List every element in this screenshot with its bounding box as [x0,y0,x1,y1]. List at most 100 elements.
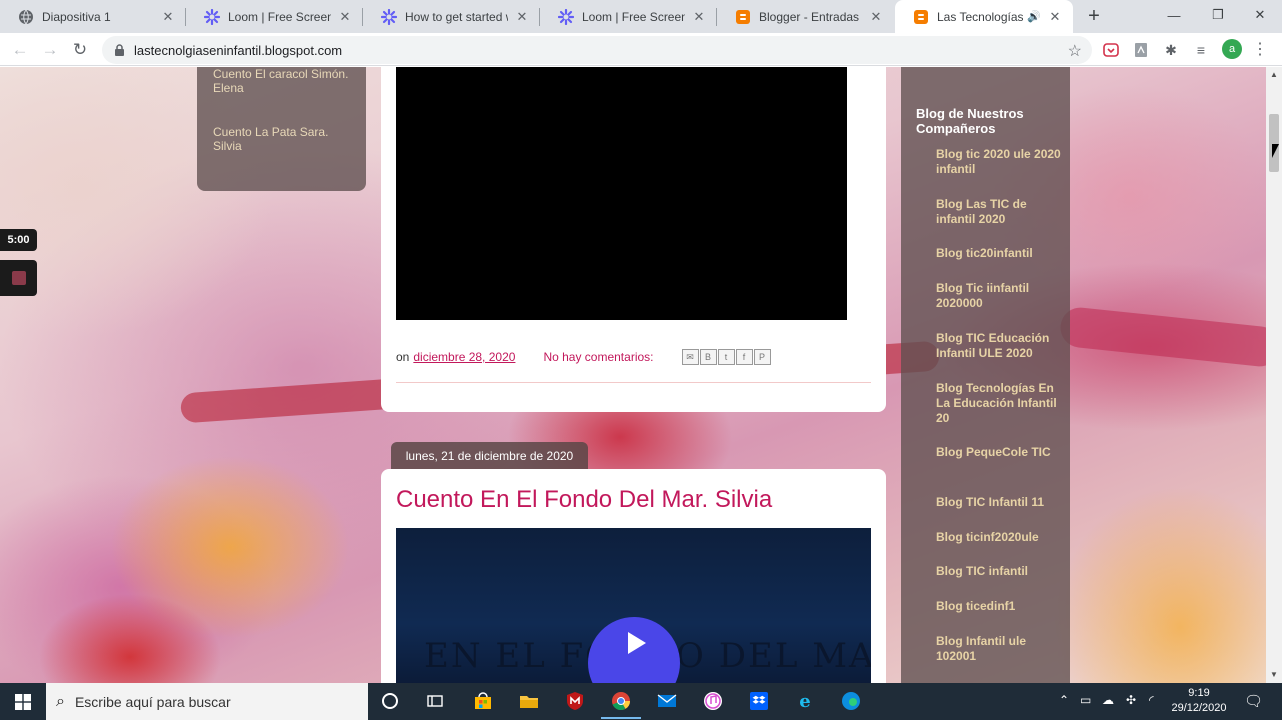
file-explorer-icon[interactable] [517,689,541,713]
blog-list-item[interactable]: Blog TIC Infantil 11 [936,495,1061,510]
back-button[interactable]: ← [8,38,32,62]
address-bar[interactable]: lastecnolgiaseninfantil.blogspot.com ☆ [102,36,1092,64]
close-icon[interactable]: ✕ [160,9,176,25]
tab-title: How to get started with [405,9,508,24]
media-control-icon[interactable]: ≡ [1191,40,1211,60]
globe-icon [18,9,34,25]
tab-loom-2[interactable]: Loom | Free Screen & Vi ✕ [540,0,717,33]
post-divider [396,382,871,383]
loom-icon [558,8,574,25]
browser-menu-icon[interactable]: ⋮ [1252,39,1268,59]
close-icon[interactable]: ✕ [1047,9,1063,25]
right-sidebar: Blog de Nuestros Compañeros Blog tic 202… [901,67,1070,683]
forward-button[interactable]: → [38,38,62,62]
blog-list-item[interactable]: Blog PequeCole TIC [936,445,1061,460]
tab-loom-1[interactable]: Loom | Free Screen & Vi ✕ [186,0,363,33]
internet-explorer-icon[interactable]: e [793,689,817,713]
tab-las-tecnologias[interactable]: Las Tecnologías en 🔊 ✕ [895,0,1073,33]
tab-diapositiva[interactable]: Diapositiva 1 ✕ [0,0,186,33]
post-footer-prefix: on [396,350,410,364]
sidebar-link[interactable]: Cuento La Pata Sara. Silvia [213,125,353,153]
blogthis-share-icon[interactable]: B [699,349,717,365]
video-player[interactable] [396,67,847,320]
stop-icon [11,271,26,285]
facebook-share-icon[interactable]: f [735,349,753,365]
loom-icon [204,8,220,25]
onedrive-icon[interactable]: ☁ [1102,693,1114,707]
lock-icon[interactable] [112,43,126,57]
email-share-icon[interactable]: ✉ [681,349,699,365]
cortana-icon[interactable] [378,689,402,713]
blog-list-item[interactable]: Blog Tic iinfantil 2020000 [936,281,1061,311]
tab-loom-started[interactable]: How to get started with ✕ [363,0,540,33]
post-date-link[interactable]: diciembre 28, 2020 [413,350,515,364]
show-hidden-icons-icon[interactable]: ⌃ [1059,693,1069,707]
comments-link[interactable]: No hay comentarios: [543,350,653,364]
edge-icon[interactable] [839,689,863,713]
pdf-extension-icon[interactable] [1131,40,1151,60]
search-placeholder: Escribe aquí para buscar [74,693,231,710]
reload-button[interactable]: ↻ [68,38,92,62]
notifications-icon[interactable]: 🗨 [1244,692,1263,710]
blog-list-item[interactable]: Blog Infantil ule 102001 [936,634,1061,664]
pinterest-share-icon[interactable]: P [753,349,771,365]
scrollbar-thumb[interactable] [1269,114,1279,172]
loom-stop-button[interactable] [0,260,37,296]
chrome-icon[interactable] [601,689,641,719]
browser-toolbar: ← → ↻ lastecnolgiaseninfantil.blogspot.c… [0,33,1282,66]
dropbox-icon[interactable] [747,689,771,713]
blogger-icon [913,9,929,25]
close-icon[interactable]: ✕ [868,9,884,25]
svg-text:e: e [799,691,810,711]
itunes-icon[interactable] [701,689,725,713]
mouse-cursor-icon [1272,144,1279,158]
search-icon: ⌕ [56,692,65,710]
blog-list-item[interactable]: Blog tic 2020 ule 2020 infantil [936,147,1061,177]
new-tab-button[interactable]: + [1084,5,1104,27]
clock-date: 29/12/2020 [1171,702,1227,714]
left-sidebar: Cuento El caracol Simón. Elena Cuento La… [197,67,366,191]
tab-blogger-entradas[interactable]: Blogger - Entradas ✕ [717,0,894,33]
usb-device-icon[interactable]: ✣ [1126,693,1136,707]
speaker-icon[interactable]: 🔊 [1027,10,1041,23]
puzzle-extensions-icon[interactable]: ✱ [1161,40,1181,60]
loom-icon [381,8,397,25]
page-scrollbar[interactable]: ▲ ▼ [1266,67,1282,683]
pocket-extension-icon[interactable] [1101,40,1121,60]
blog-list-item[interactable]: Blog Tecnologías En La Educación Infanti… [936,381,1061,426]
post-title[interactable]: Cuento En El Fondo Del Mar. Silvia [396,486,772,514]
sidebar-heading: Blog de Nuestros Compañeros [916,106,1024,136]
profile-avatar[interactable]: a [1222,39,1242,59]
battery-icon[interactable]: ▭ [1080,693,1091,707]
system-clock[interactable]: 9:19 29/12/2020 [1164,686,1234,716]
minimize-button[interactable]: — [1152,0,1196,30]
restore-button[interactable]: ❐ [1196,0,1240,30]
share-buttons: ✉ B t f P [681,349,772,365]
sidebar-link[interactable]: Cuento El caracol Simón. Elena [213,67,353,95]
store-icon[interactable] [471,689,495,713]
start-button[interactable] [0,683,46,720]
video-player[interactable]: EN EL FONDO DEL MAR [396,528,871,683]
blog-list-item[interactable]: Blog ticinf2020ule [936,530,1061,545]
blog-list-item[interactable]: Blog ticedinf1 [936,599,1061,614]
scroll-up-arrow-icon[interactable]: ▲ [1270,70,1278,79]
twitter-share-icon[interactable]: t [717,349,735,365]
play-button[interactable] [588,617,680,683]
task-view-icon[interactable] [423,689,447,713]
blog-list-item[interactable]: Blog tic20infantil [936,246,1061,261]
wifi-icon[interactable]: ◜ [1149,693,1154,707]
bookmark-star-icon[interactable]: ☆ [1068,41,1082,61]
blog-list-item[interactable]: Blog TIC infantil [936,564,1061,579]
scroll-down-arrow-icon[interactable]: ▼ [1270,670,1278,679]
windows-logo-icon [15,693,31,710]
close-window-button[interactable]: ✕ [1238,0,1282,30]
close-icon[interactable]: ✕ [337,9,353,25]
close-icon[interactable]: ✕ [691,9,707,25]
taskbar-search[interactable]: ⌕ Escribe aquí para buscar [46,683,368,720]
mail-icon[interactable] [655,689,679,713]
post-card: on diciembre 28, 2020 No hay comentarios… [381,67,886,412]
blog-list-item[interactable]: Blog Las TIC de infantil 2020 [936,197,1061,227]
mcafee-icon[interactable] [563,689,587,713]
close-icon[interactable]: ✕ [514,9,530,25]
blog-list-item[interactable]: Blog TIC Educación Infantil ULE 2020 [936,331,1061,361]
